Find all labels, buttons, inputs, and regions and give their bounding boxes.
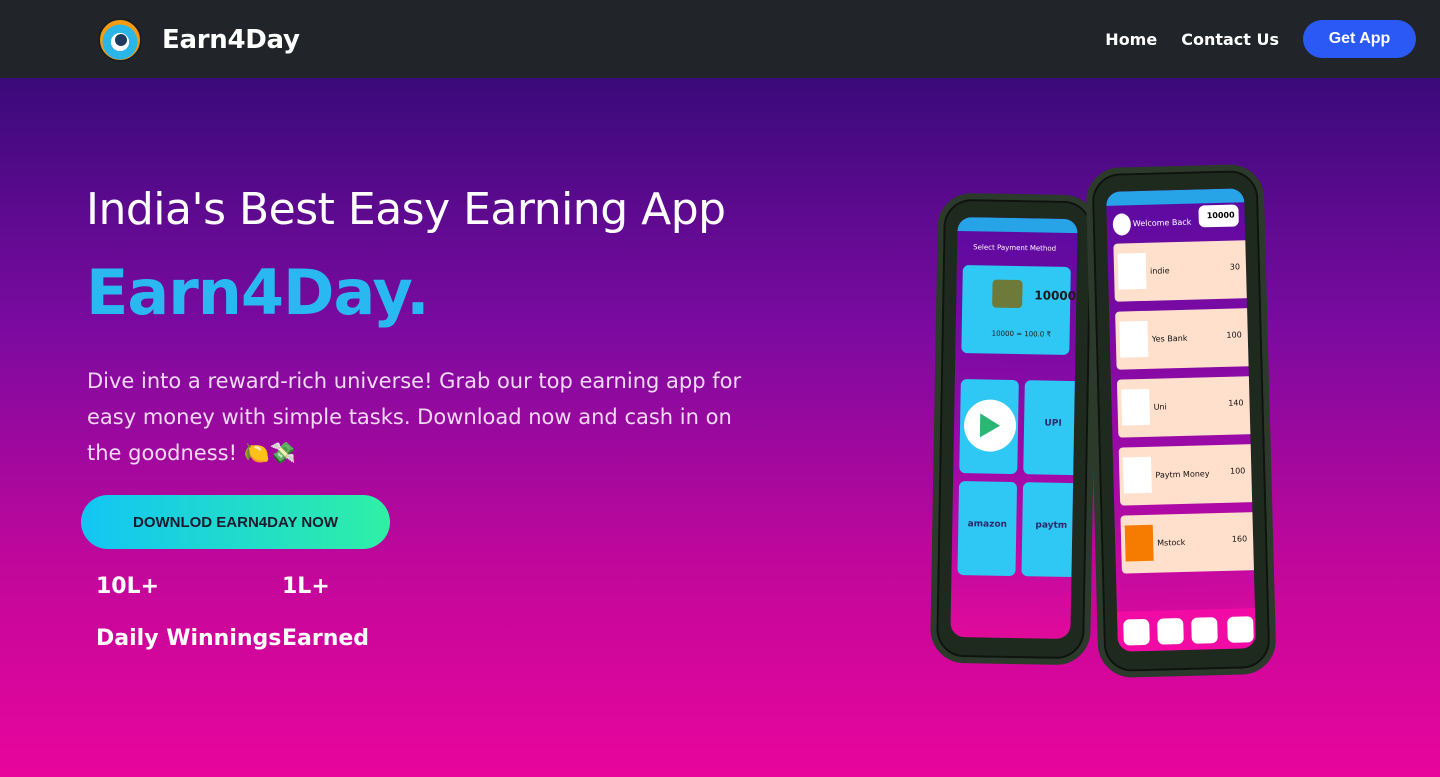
offer-item: Paytm Money 100 (1118, 444, 1256, 506)
upi-label: UPI (1044, 418, 1062, 429)
offer-name: indie (1149, 266, 1170, 276)
gift-icon (1157, 618, 1184, 645)
stat-value-winnings: 10L+ (96, 574, 160, 599)
amazon-tile: amazon (957, 481, 1018, 577)
uni-logo-icon (1121, 388, 1151, 426)
brand-name: Earn4Day (162, 25, 300, 55)
offer-points: 100 (1226, 330, 1242, 340)
nav-contact-link[interactable]: Contact Us (1181, 30, 1279, 49)
download-cta-button[interactable]: DOWNLOD EARN4DAY NOW (81, 495, 390, 549)
mstock-logo-icon (1124, 524, 1154, 562)
app-bottom-nav (1116, 608, 1256, 652)
hero-headline: India's Best Easy Earning App (86, 184, 726, 235)
payment-title: Select Payment Method (973, 243, 1057, 253)
wallet-card: 10000 10000 = 100.0 ₹ (961, 265, 1076, 355)
offer-name: Yes Bank (1151, 333, 1188, 344)
offer-points: 100 (1229, 466, 1246, 476)
paytm-label: paytm (1035, 520, 1068, 531)
wallet-icon (992, 279, 1023, 309)
yes-bank-logo-icon (1119, 320, 1149, 358)
nav-home-link[interactable]: Home (1105, 30, 1157, 49)
paytm-money-logo-icon (1122, 456, 1152, 494)
paytm-tile: paytm (1021, 482, 1078, 578)
conversion-rate: 10000 = 100.0 ₹ (991, 329, 1052, 339)
offer-name: Mstock (1157, 537, 1186, 548)
hero-brand-title: Earn4Day. (86, 256, 430, 329)
upi-tile: UPI (1023, 380, 1078, 476)
user-avatar-icon (1112, 213, 1132, 236)
wallet-amount: 10000 (1034, 288, 1077, 304)
offer-name: Paytm Money (1155, 469, 1210, 480)
amazon-label: amazon (967, 519, 1008, 530)
home-icon (1123, 618, 1150, 646)
hero-section: India's Best Easy Earning App Earn4Day. … (0, 78, 1440, 777)
offer-item: Mstock 160 (1120, 512, 1256, 574)
offer-item: Yes Bank 100 (1115, 308, 1255, 370)
brand-link[interactable]: Earn4Day (98, 18, 300, 62)
stat-label-earned: Earned (282, 626, 370, 651)
brand-logo-icon (98, 18, 142, 62)
stat-value-earned: 1L+ (282, 574, 330, 599)
profile-icon (1227, 616, 1254, 643)
status-bar (1105, 188, 1245, 206)
nav-links: Home Contact Us Get App (1105, 20, 1416, 58)
offer-points: 140 (1228, 398, 1244, 408)
wallet-icon (1191, 617, 1218, 644)
phone-mockup-payment: Select Payment Method 10000 10000 = 100.… (929, 192, 1099, 666)
offer-item: indie 30 (1113, 240, 1253, 302)
stat-label-winnings: Daily Winnings (96, 626, 282, 651)
get-app-button[interactable]: Get App (1303, 20, 1416, 58)
indie-logo-icon (1117, 252, 1147, 290)
google-play-tile (959, 379, 1019, 475)
offer-item: Uni 140 (1116, 376, 1256, 438)
offer-name: Uni (1153, 402, 1167, 412)
navbar: Earn4Day Home Contact Us Get App (0, 0, 1440, 78)
phone-screen-payment: Select Payment Method 10000 10000 = 100.… (950, 216, 1078, 640)
coin-balance: 10000 (1198, 204, 1239, 228)
offer-points: 160 (1231, 534, 1248, 544)
phone-mockup-offers: Welcome Back 10000 indie 30 Yes Bank 100… (1085, 163, 1277, 679)
welcome-text: Welcome Back (1132, 217, 1192, 229)
hero-description: Dive into a reward-rich universe! Grab o… (87, 369, 742, 465)
offer-points: 30 (1229, 262, 1241, 272)
phone-screen-offers: Welcome Back 10000 indie 30 Yes Bank 100… (1105, 188, 1256, 652)
